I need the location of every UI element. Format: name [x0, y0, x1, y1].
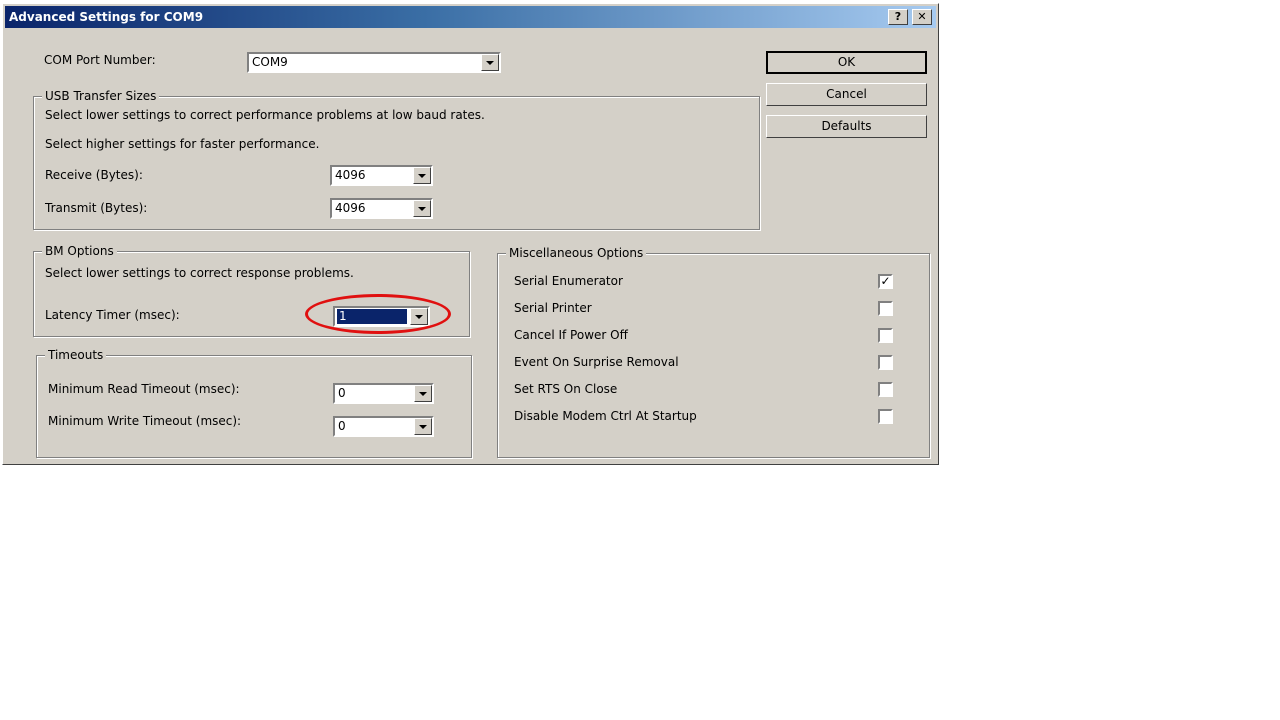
serial-enumerator-checkbox[interactable]: ✓ [878, 274, 893, 289]
transmit-value: 4096 [335, 201, 366, 215]
ok-button[interactable]: OK [766, 51, 927, 74]
receive-value: 4096 [335, 168, 366, 182]
misc-label-disable-modem-ctrl: Disable Modem Ctrl At Startup [514, 409, 697, 423]
read-timeout-label: Minimum Read Timeout (msec): [48, 382, 240, 396]
defaults-button[interactable]: Defaults [766, 115, 927, 138]
write-timeout-select[interactable]: 0 [333, 416, 434, 437]
help-button[interactable]: ? [888, 9, 908, 25]
close-button[interactable]: ✕ [912, 9, 932, 25]
check-icon: ✓ [880, 274, 891, 288]
receive-select[interactable]: 4096 [330, 165, 433, 186]
com-port-label: COM Port Number: [44, 53, 156, 67]
highlight-ring [305, 294, 451, 334]
usb-transfer-group: USB Transfer Sizes Select lower settings… [33, 89, 760, 230]
com-port-select[interactable]: COM9 [247, 52, 501, 73]
read-timeout-value: 0 [338, 386, 346, 400]
write-timeout-label: Minimum Write Timeout (msec): [48, 414, 242, 428]
misc-label-event-on-surprise-removal: Event On Surprise Removal [514, 355, 679, 369]
transmit-label: Transmit (Bytes): [45, 201, 148, 215]
usb-transfer-legend: USB Transfer Sizes [42, 89, 160, 103]
transmit-select[interactable]: 4096 [330, 198, 433, 219]
usb-hint-higher: Select higher settings for faster perfor… [45, 137, 320, 151]
misc-label-serial-enumerator: Serial Enumerator [514, 274, 623, 288]
chevron-down-icon[interactable] [414, 418, 432, 435]
chevron-down-icon[interactable] [413, 167, 431, 184]
misc-label-set-rts-on-close: Set RTS On Close [514, 382, 618, 396]
chevron-down-icon[interactable] [481, 54, 499, 71]
event-on-surprise-removal-checkbox[interactable] [878, 355, 893, 370]
cancel-button[interactable]: Cancel [766, 83, 927, 106]
misc-options-group: Miscellaneous Options Serial Enumerator … [497, 246, 930, 458]
bm-options-legend: BM Options [42, 244, 117, 258]
advanced-settings-dialog: Advanced Settings for COM9 ? ✕ COM Port … [2, 3, 939, 465]
chevron-down-icon[interactable] [413, 200, 431, 217]
latency-label: Latency Timer (msec): [45, 308, 180, 322]
read-timeout-select[interactable]: 0 [333, 383, 434, 404]
usb-hint-lower: Select lower settings to correct perform… [45, 108, 485, 122]
title-bar[interactable]: Advanced Settings for COM9 ? ✕ [5, 6, 936, 28]
chevron-down-icon[interactable] [414, 385, 432, 402]
timeouts-legend: Timeouts [45, 348, 107, 362]
cancel-if-power-off-checkbox[interactable] [878, 328, 893, 343]
disable-modem-ctrl-checkbox[interactable] [878, 409, 893, 424]
misc-label-cancel-if-power-off: Cancel If Power Off [514, 328, 628, 342]
window-title: Advanced Settings for COM9 [9, 10, 204, 24]
misc-label-serial-printer: Serial Printer [514, 301, 592, 315]
timeouts-group: Timeouts Minimum Read Timeout (msec): 0 … [36, 348, 472, 458]
write-timeout-value: 0 [338, 419, 346, 433]
serial-printer-checkbox[interactable] [878, 301, 893, 316]
com-port-value: COM9 [252, 55, 288, 69]
bm-hint: Select lower settings to correct respons… [45, 266, 354, 280]
receive-label: Receive (Bytes): [45, 168, 143, 182]
set-rts-on-close-checkbox[interactable] [878, 382, 893, 397]
misc-options-legend: Miscellaneous Options [506, 246, 647, 260]
